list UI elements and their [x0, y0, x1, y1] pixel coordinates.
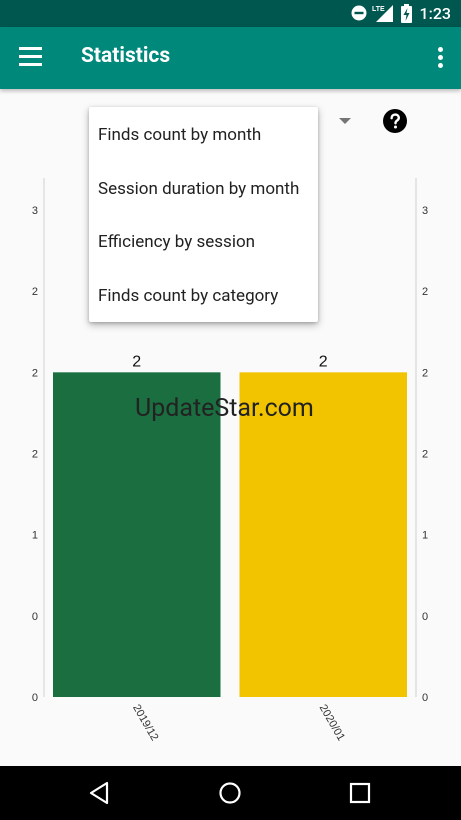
navigation-bar: [0, 766, 461, 820]
left-y-tick-label: 3: [32, 205, 38, 217]
left-y-tick-label: 2: [32, 286, 38, 298]
more-vert-icon[interactable]: [436, 47, 444, 69]
recents-icon[interactable]: [348, 781, 372, 805]
left-y-tick-label: 1: [32, 530, 38, 542]
do-not-disturb-icon: [351, 5, 367, 21]
chart-type-dropdown-menu: Finds count by month Session duration by…: [89, 107, 318, 322]
right-y-tick-label: 2: [422, 449, 428, 461]
status-time: 1:23: [419, 4, 452, 23]
app-bar: Statistics: [0, 27, 461, 89]
right-y-tick-label: 0: [422, 692, 428, 704]
left-y-tick-label: 0: [32, 611, 38, 623]
left-y-tick-label: 2: [32, 449, 38, 461]
x-tick-label: 2019/12: [130, 703, 160, 743]
right-y-tick-label: 2: [422, 286, 428, 298]
lte-signal-icon: LTE: [372, 5, 393, 22]
bar-data-label: 2: [132, 353, 141, 370]
menu-item-session-duration-by-month[interactable]: Session duration by month: [89, 162, 318, 216]
right-y-tick-label: 2: [422, 367, 428, 379]
menu-item-efficiency-by-session[interactable]: Efficiency by session: [89, 215, 318, 269]
network-type-label: LTE: [372, 6, 385, 13]
home-icon[interactable]: [218, 781, 242, 805]
hamburger-menu-icon[interactable]: [19, 47, 43, 69]
menu-item-finds-count-by-category[interactable]: Finds count by category: [89, 269, 318, 323]
left-y-tick-label: 0: [32, 692, 38, 704]
left-y-tick-label: 2: [32, 367, 38, 379]
page-title: Statistics: [81, 44, 171, 68]
x-tick-label: 2020/01: [317, 703, 347, 743]
right-y-tick-label: 3: [422, 205, 428, 217]
right-y-tick-label: 0: [422, 611, 428, 623]
back-icon[interactable]: [88, 781, 112, 805]
dropdown-arrow-icon[interactable]: [339, 118, 351, 124]
bar-data-label: 2: [319, 353, 328, 370]
battery-charging-icon: [401, 4, 412, 23]
bar: [239, 372, 407, 697]
menu-item-finds-count-by-month[interactable]: Finds count by month: [89, 108, 318, 162]
right-y-tick-label: 1: [422, 530, 428, 542]
bar: [53, 372, 221, 697]
help-icon[interactable]: [383, 109, 407, 133]
status-bar: LTE 1:23: [0, 0, 461, 27]
